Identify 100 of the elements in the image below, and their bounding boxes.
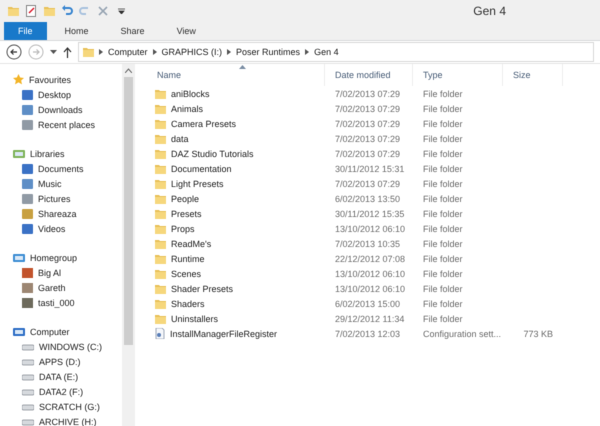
chevron-icon — [152, 49, 157, 55]
column-header[interactable]: Date modified — [325, 64, 413, 86]
nav-group[interactable]: Homegroup — [0, 250, 122, 265]
properties-icon[interactable] — [24, 4, 38, 18]
type-cell-text: File folder — [422, 178, 464, 188]
date-cell-text: 7/02/2013 07:29 — [334, 134, 402, 144]
nav-group[interactable]: Libraries — [0, 146, 122, 161]
nav-item[interactable]: Pictures — [0, 191, 122, 206]
type-cell-text: File folder — [422, 148, 464, 158]
chevron-icon — [305, 49, 310, 55]
type-cell-text: File folder — [422, 254, 464, 264]
type-cell-text: Configuration sett... — [422, 328, 502, 338]
date-cell-text: 30/11/2012 15:35 — [334, 208, 406, 218]
file-name[interactable]: InstallManagerFileRegister — [147, 328, 325, 339]
date-cell-text: 13/10/2012 06:10 — [334, 268, 406, 278]
address-bar[interactable]: Computer GRAPHICS (I:) Poser Runtimes Gen 4 — [78, 42, 594, 62]
drive-icon — [22, 342, 34, 350]
nav-item[interactable]: Big Al — [0, 265, 122, 280]
file-name[interactable]: Runtime — [147, 254, 325, 264]
file-name[interactable]: ReadMe's — [147, 238, 325, 248]
scroll-thumb[interactable] — [124, 77, 133, 345]
file-name[interactable]: Presets — [147, 208, 325, 218]
size-cell-text: 773 KB — [522, 328, 554, 338]
nav-group[interactable]: Computer — [0, 324, 122, 339]
sort-arrow-icon — [239, 65, 246, 69]
nav-item[interactable]: Videos — [0, 221, 122, 236]
nav-item[interactable]: DATA2 (F:) — [0, 384, 122, 399]
breadcrumb-item[interactable]: Poser Runtimes — [236, 47, 300, 57]
type-cell-text: File folder — [422, 118, 464, 128]
date-cell-text: 30/11/2012 15:31 — [334, 164, 406, 174]
drive-icon — [22, 418, 34, 426]
file-name[interactable]: DAZ Studio Tutorials — [147, 148, 325, 158]
date-cell-text: 7/02/2013 12:03 — [334, 328, 402, 338]
type-cell-text: File folder — [422, 88, 464, 98]
date-cell-text: 22/12/2012 07:08 — [334, 254, 406, 264]
nav-item[interactable]: Downloads — [0, 102, 122, 117]
caret-icon[interactable] — [50, 50, 57, 54]
date-cell-text: 6/02/2013 15:00 — [334, 298, 402, 308]
scrollbar[interactable] — [122, 64, 135, 426]
type-cell-text: File folder — [422, 224, 464, 234]
date-cell-text: 6/02/2013 13:50 — [334, 194, 402, 204]
file-name[interactable]: Shader Presets — [147, 284, 325, 294]
nav-item[interactable]: Recent places — [0, 117, 122, 132]
star-icon — [13, 74, 24, 85]
nav-item[interactable]: SCRATCH (G:) — [0, 399, 122, 414]
file-name[interactable]: Shaders — [147, 298, 325, 308]
file-name[interactable]: data — [147, 134, 325, 144]
drive-icon — [22, 402, 34, 410]
type-cell-text: File folder — [422, 164, 464, 174]
user-picture-icon — [22, 298, 33, 308]
file-name[interactable]: People — [147, 194, 325, 204]
column-header[interactable]: Type — [413, 64, 503, 86]
nav-item[interactable]: Gareth — [0, 280, 122, 295]
nav-item[interactable]: Shareaza — [0, 206, 122, 221]
type-cell-text: File folder — [422, 314, 464, 324]
nav-item[interactable]: Desktop — [0, 87, 122, 102]
scroll-up-icon[interactable] — [125, 68, 132, 73]
file-name[interactable]: Camera Presets — [147, 118, 325, 128]
drive-icon — [22, 358, 34, 366]
nav-item[interactable]: ARCHIVE (H:) — [0, 414, 122, 426]
breadcrumb-item[interactable]: Gen 4 — [314, 47, 339, 57]
forward-icon[interactable] — [28, 44, 44, 60]
chevron-icon — [227, 49, 232, 55]
file-name[interactable]: Scenes — [147, 268, 325, 278]
column-header[interactable]: Size — [503, 64, 563, 86]
window-title: Gen 4 — [473, 4, 506, 18]
date-cell-text: 29/12/2012 11:34 — [334, 314, 406, 324]
type-cell-text: File folder — [422, 208, 464, 218]
user-picture-icon — [22, 282, 33, 292]
type-cell-text: File folder — [422, 134, 464, 144]
file-name[interactable]: Uninstallers — [147, 314, 325, 324]
computer-icon — [13, 326, 25, 336]
type-cell-text: File folder — [422, 194, 464, 204]
type-cell-text: File folder — [422, 238, 464, 248]
date-cell-text: 13/10/2012 06:10 — [334, 224, 406, 234]
file-name[interactable]: Light Presets — [147, 178, 325, 188]
date-cell-text: 7/02/2013 10:35 — [334, 238, 402, 248]
date-cell-text: 7/02/2013 07:29 — [334, 104, 402, 114]
nav-item[interactable]: Music — [0, 176, 122, 191]
file-name[interactable]: aniBlocks — [147, 88, 325, 98]
nav-item[interactable]: WINDOWS (C:) — [0, 339, 122, 354]
type-cell-text: File folder — [422, 104, 464, 114]
nav-item[interactable]: tasti_000 — [0, 295, 122, 310]
nav-item[interactable]: DATA (E:) — [0, 369, 122, 384]
breadcrumb-item[interactable]: GRAPHICS (I:) — [162, 47, 222, 57]
chevron-icon — [99, 49, 103, 55]
back-icon[interactable] — [6, 44, 22, 60]
date-cell-text: 13/10/2012 06:10 — [334, 284, 406, 294]
undo-icon[interactable] — [60, 4, 74, 18]
date-cell-text: 7/02/2013 07:29 — [334, 118, 402, 128]
file-name[interactable]: Props — [147, 224, 325, 234]
file-name[interactable]: Animals — [147, 104, 325, 114]
ribbon-tab[interactable]: File — [4, 22, 47, 40]
type-cell-text: File folder — [422, 268, 464, 278]
nav-group[interactable]: Favourites — [0, 72, 122, 87]
nav-item[interactable]: APPS (D:) — [0, 354, 122, 369]
breadcrumb-item[interactable]: Computer — [108, 47, 148, 57]
file-name[interactable]: Documentation — [147, 164, 325, 174]
nav-item[interactable]: Documents — [0, 161, 122, 176]
up-arrow-icon[interactable] — [63, 46, 72, 58]
